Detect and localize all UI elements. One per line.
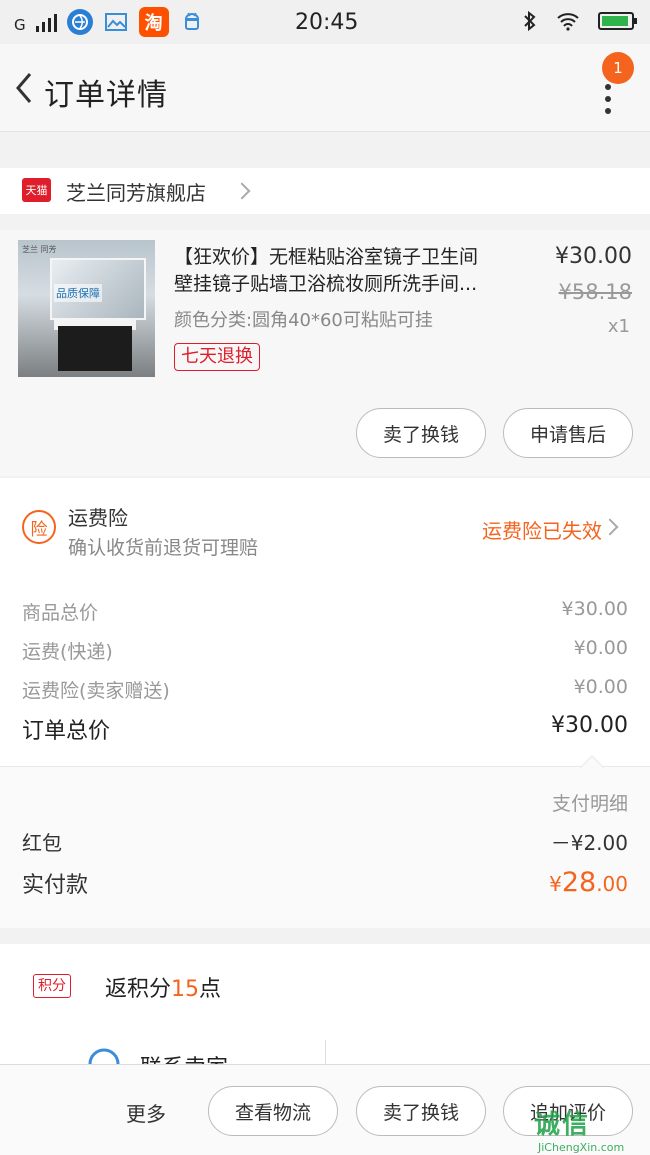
nav-bar: 订单详情 1 [0, 44, 650, 132]
summary-label: 运费险(卖家赠送) [22, 680, 170, 702]
bluetooth-icon [524, 10, 536, 32]
insurance-title: 运费险 [68, 506, 128, 530]
view-logistics-button[interactable]: 查看物流 [208, 1086, 338, 1136]
shipping-insurance-row[interactable]: 险 运费险 确认收货前退货可理赔 运费险已失效 [0, 478, 650, 578]
order-total-label: 订单总价 [22, 719, 111, 744]
summary-value: ¥0.00 [573, 676, 628, 698]
paid-label: 实付款 [22, 873, 89, 898]
return-policy-tag: 七天退换 [174, 343, 260, 371]
price-summary: 商品总价 ¥30.00 运费(快递) ¥0.00 运费险(卖家赠送) ¥0.00… [0, 578, 650, 766]
product-thumbnail[interactable]: 芝兰 同芳 品质保障 [18, 240, 155, 377]
points-suffix: 点 [199, 977, 222, 1002]
page-title: 订单详情 [44, 78, 168, 113]
taobao-icon: 淘 [138, 7, 169, 37]
notification-badge: 1 [602, 52, 634, 84]
taobao-icon-text: 淘 [144, 13, 163, 34]
points-tag: 积分 [33, 974, 71, 998]
status-right [522, 10, 637, 32]
paid-integer: 28 [561, 867, 597, 898]
paid-currency: ¥ [549, 872, 562, 896]
paid-row: 实付款 ¥28.00 [22, 867, 628, 899]
product-quantity: x1 [607, 316, 630, 337]
back-button[interactable] [10, 68, 44, 108]
watermark-sub: JiChengXin.com [538, 1141, 625, 1154]
chevron-right-icon [233, 182, 251, 200]
tmall-logo: 天猫 [22, 178, 51, 202]
summary-label: 运费(快递) [22, 641, 113, 663]
wifi-icon [557, 13, 579, 31]
product-sku: 颜色分类:圆角40*60可粘贴可挂 [174, 310, 433, 331]
dot-icon [605, 84, 611, 90]
clock: 20:45 [295, 10, 359, 35]
contact-seller-label: 联系卖家 [140, 1050, 228, 1064]
product-title-line1: 【狂欢价】无框粘贴浴室镜子卫生间 [174, 246, 479, 268]
product-title-line2: 壁挂镜子贴墙卫浴梳妆厕所洗手间... [174, 273, 478, 295]
summary-label: 商品总价 [22, 602, 99, 624]
contact-seller-button[interactable]: 联系卖家 [86, 1046, 316, 1064]
battery-icon [598, 12, 637, 30]
payment-detail-label: 支付明细 [551, 793, 628, 815]
shop-name: 芝兰同芳旗舰店 [66, 181, 206, 205]
redpacket-value: －¥2.00 [550, 831, 628, 855]
insurance-desc: 确认收货前退货可理赔 [68, 537, 259, 559]
insurance-icon: 险 [22, 510, 56, 544]
summary-row: 运费(快递) ¥0.00 [22, 637, 628, 664]
android-icon [179, 9, 205, 35]
points-prefix: 返积分 [105, 977, 172, 1002]
gallery-icon [103, 9, 129, 35]
summary-row: 商品总价 ¥30.00 [22, 598, 628, 625]
product-price: ¥30.00 [555, 244, 632, 269]
product-original-price: ¥58.18 [558, 280, 632, 304]
paid-amount: ¥28.00 [549, 867, 628, 899]
thumb-text: 品质保障 [54, 284, 102, 302]
redpacket-label: 红包 [22, 831, 62, 855]
signal-icon [35, 12, 57, 32]
dot-icon [605, 108, 611, 114]
chevron-left-icon [16, 73, 32, 103]
redpacket-row: 红包 －¥2.00 [22, 827, 628, 856]
dot-icon [605, 96, 611, 102]
status-left: G 淘 [14, 7, 205, 37]
product-title[interactable]: 【狂欢价】无框粘贴浴室镜子卫生间 壁挂镜子贴墙卫浴梳妆厕所洗手间... [174, 244, 534, 298]
cabinet-shape [58, 326, 132, 371]
summary-row: 运费险(卖家赠送) ¥0.00 [22, 676, 628, 703]
sell-button-bottom[interactable]: 卖了换钱 [356, 1086, 486, 1136]
network-type: G [14, 16, 26, 34]
points-amount: 15 [171, 977, 200, 1002]
order-total-row: 订单总价 ¥30.00 [22, 713, 628, 745]
order-item[interactable]: 芝兰 同芳 品质保障 【狂欢价】无框粘贴浴室镜子卫生间 壁挂镜子贴墙卫浴梳妆厕所… [0, 230, 650, 476]
browser-icon [66, 9, 93, 35]
chevron-right-icon [601, 518, 619, 536]
status-bar: G 淘 20:45 [0, 0, 650, 44]
points-text: 返积分15点 [105, 971, 221, 1003]
shop-row[interactable]: 天猫 芝兰同芳旗舰店 [0, 168, 650, 214]
watermark-logo: 诚信 JiChengXin.com [534, 1104, 650, 1155]
after-sale-button[interactable]: 申请售后 [503, 408, 633, 458]
thumb-brand: 芝兰 同芳 [22, 245, 57, 254]
order-total-value: ¥30.00 [551, 713, 628, 738]
more-menu-button[interactable] [598, 84, 618, 134]
watermark-main: 诚信 [534, 1110, 591, 1140]
chat-icon [88, 1048, 120, 1064]
order-detail-page: G 淘 20:45 订单详情 1 天猫 芝兰同芳旗舰店 芝兰 同芳 品质保障 【… [0, 0, 650, 1155]
payment-detail: 支付明细 红包 －¥2.00 实付款 ¥28.00 [0, 755, 650, 928]
paid-decimal: .00 [596, 872, 628, 896]
caret-up-icon [580, 755, 604, 768]
insurance-status: 运费险已失效 [482, 519, 602, 543]
summary-value: ¥30.00 [561, 598, 628, 620]
summary-value: ¥0.00 [573, 637, 628, 659]
more-button[interactable]: 更多 [126, 1098, 166, 1127]
sell-button[interactable]: 卖了换钱 [356, 408, 486, 458]
